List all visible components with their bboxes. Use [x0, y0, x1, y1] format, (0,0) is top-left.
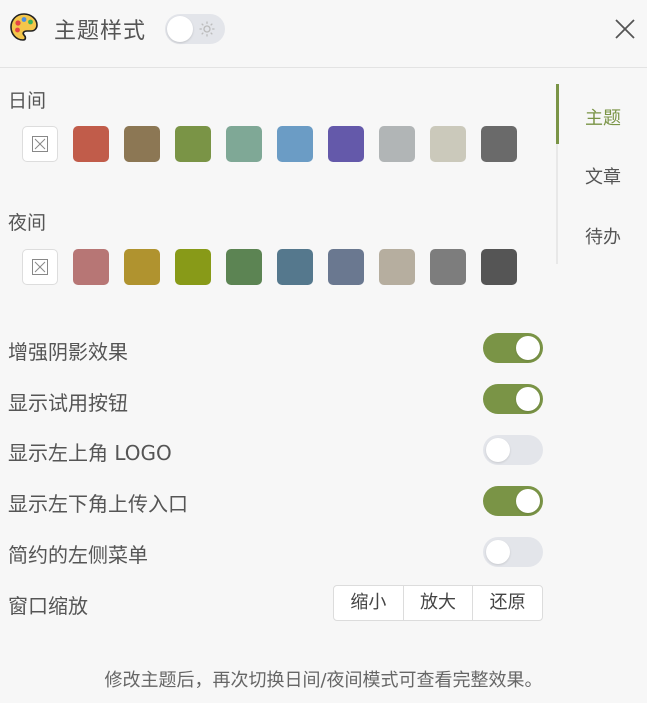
setting-trial-button-label: 显示试用按钮: [8, 391, 128, 415]
switch-knob: [516, 336, 540, 360]
switch-knob: [486, 438, 510, 462]
night-swatch-9[interactable]: [481, 249, 517, 285]
day-swatch-8[interactable]: [430, 126, 466, 162]
day-section-label: 日间: [8, 90, 47, 112]
setting-logo-switch[interactable]: [483, 435, 543, 465]
side-nav-active-indicator: [556, 84, 559, 144]
night-swatch-8[interactable]: [430, 249, 466, 285]
clear-color-icon: [32, 136, 48, 152]
setting-simple-menu-label: 简约的左侧菜单: [8, 543, 148, 567]
day-swatch-row: [22, 126, 522, 162]
day-swatch-5[interactable]: [277, 126, 313, 162]
day-swatch-7[interactable]: [379, 126, 415, 162]
setting-shadow-switch[interactable]: [483, 333, 543, 363]
palette-icon: [10, 13, 38, 41]
clear-color-icon: [32, 259, 48, 275]
day-swatch-3[interactable]: [175, 126, 211, 162]
zoom-reset-button[interactable]: 还原: [473, 586, 542, 620]
switch-knob: [516, 489, 540, 513]
night-swatch-4[interactable]: [226, 249, 262, 285]
day-swatch-4[interactable]: [226, 126, 262, 162]
day-swatch-6[interactable]: [328, 126, 364, 162]
day-swatch-9[interactable]: [481, 126, 517, 162]
switch-knob: [516, 387, 540, 411]
day-swatch-none[interactable]: [22, 126, 58, 162]
day-swatch-2[interactable]: [124, 126, 160, 162]
night-swatch-3[interactable]: [175, 249, 211, 285]
footer-note: 修改主题后，再次切换日间/夜间模式可查看完整效果。: [104, 670, 543, 691]
night-swatch-5[interactable]: [277, 249, 313, 285]
setting-logo-label: 显示左上角 LOGO: [8, 441, 172, 465]
theme-mode-toggle[interactable]: [165, 14, 225, 44]
setting-shadow-label: 增强阴影效果: [8, 340, 128, 364]
side-nav-item-todo[interactable]: 待办: [585, 223, 621, 249]
night-section-label: 夜间: [8, 212, 47, 234]
zoom-label: 窗口缩放: [8, 594, 88, 618]
header: 主题样式: [0, 0, 647, 68]
setting-simple-menu-switch[interactable]: [483, 537, 543, 567]
setting-upload-entry-switch[interactable]: [483, 486, 543, 516]
side-nav-item-theme[interactable]: 主题: [585, 104, 621, 130]
sun-icon: [199, 21, 215, 37]
zoom-out-button[interactable]: 缩小: [334, 586, 404, 620]
zoom-button-group: 缩小 放大 还原: [333, 585, 543, 621]
setting-trial-button-switch[interactable]: [483, 384, 543, 414]
page-title: 主题样式: [54, 19, 147, 44]
night-swatch-none[interactable]: [22, 249, 58, 285]
setting-upload-entry-label: 显示左下角上传入口: [8, 492, 188, 516]
toggle-knob: [167, 16, 193, 42]
switch-knob: [486, 540, 510, 564]
day-swatch-1[interactable]: [73, 126, 109, 162]
night-swatch-row: [22, 249, 522, 285]
zoom-in-button[interactable]: 放大: [404, 586, 474, 620]
night-swatch-1[interactable]: [73, 249, 109, 285]
side-nav-item-articles[interactable]: 文章: [585, 163, 621, 189]
night-swatch-7[interactable]: [379, 249, 415, 285]
side-nav: 主题 文章 待办: [556, 84, 647, 264]
close-icon[interactable]: [614, 18, 636, 40]
night-swatch-6[interactable]: [328, 249, 364, 285]
night-swatch-2[interactable]: [124, 249, 160, 285]
